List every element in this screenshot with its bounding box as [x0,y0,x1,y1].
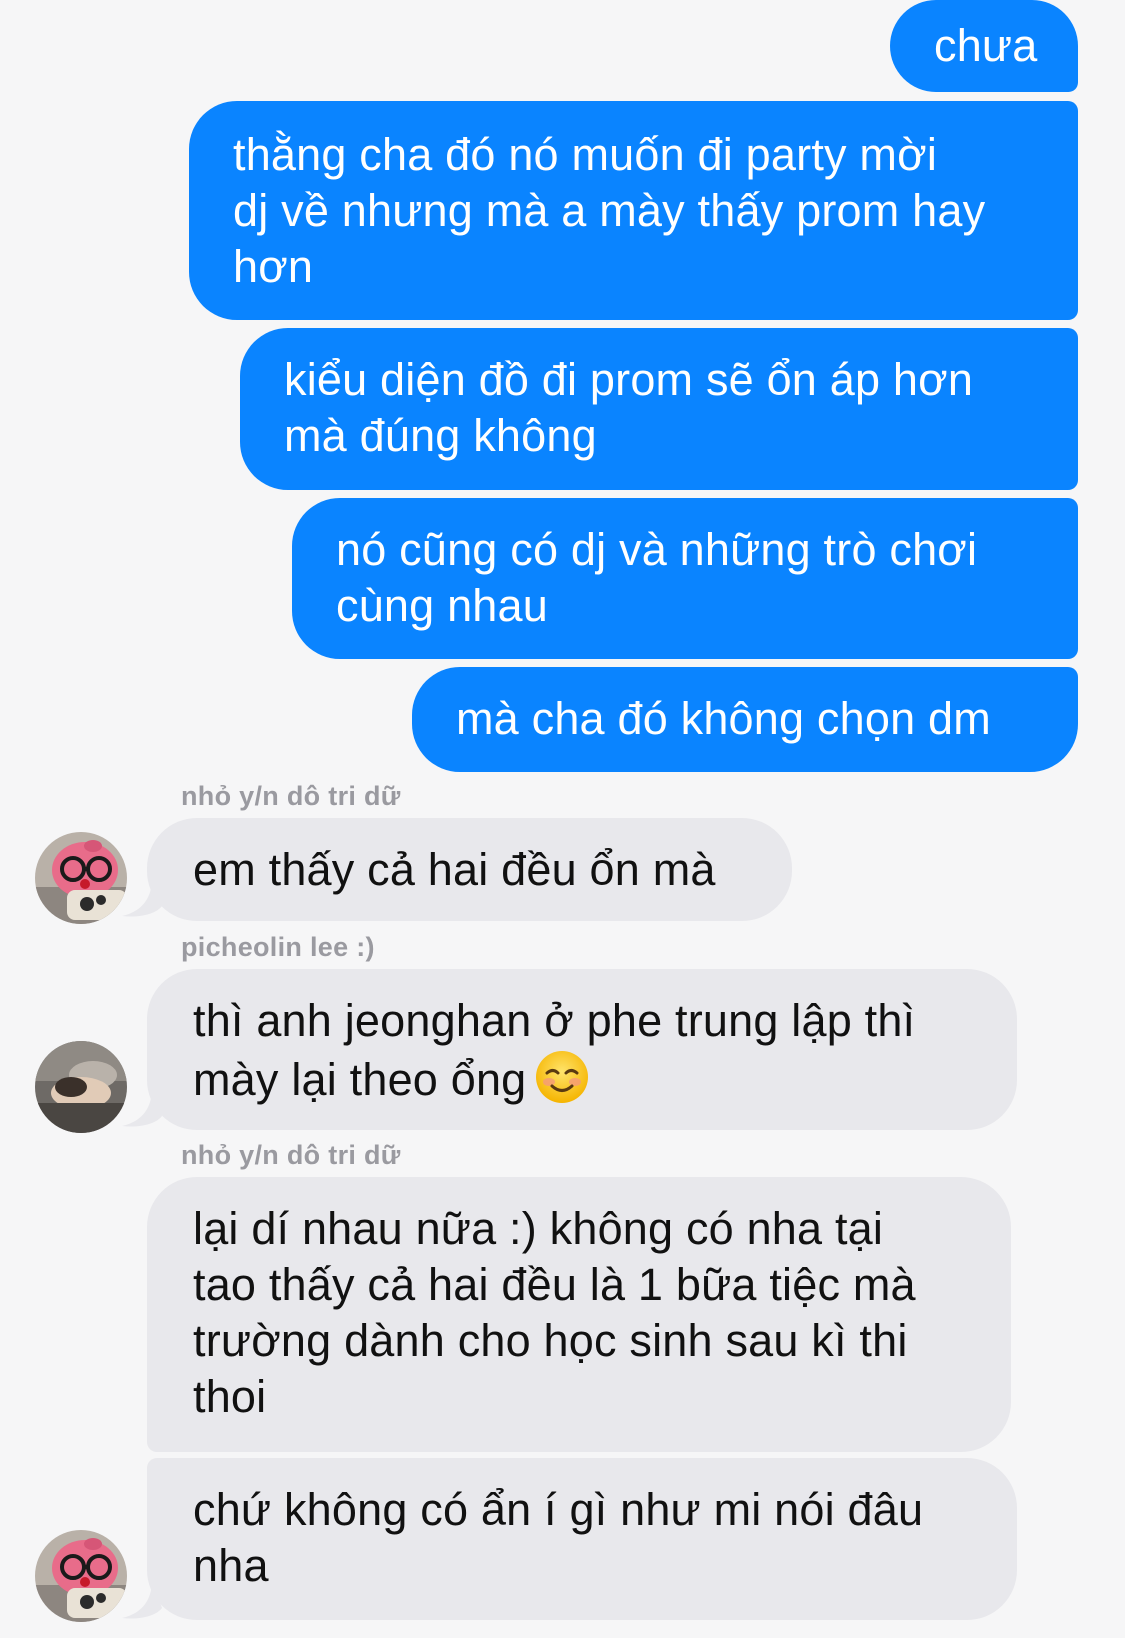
message-text: mà cha đó không chọn dm [456,693,991,744]
message-text: nó cũng có dj và những trò chơi cùng nha… [336,524,978,631]
incoming-message[interactable]: chứ không có ẩn í gì như mi nói đâu nha [147,1458,1017,1620]
incoming-message[interactable]: em thấy cả hai đều ổn mà [147,818,792,921]
outgoing-message[interactable]: kiểu diện đồ đi prom sẽ ổn áp hơn mà đún… [240,328,1078,490]
message-text: kiểu diện đồ đi prom sẽ ổn áp hơn mà đún… [284,354,974,461]
pink-plush-glasses-icon [35,1530,127,1622]
incoming-message[interactable]: thì anh jeonghan ở phe trung lập thì mày… [147,969,1017,1130]
message-text: lại dí nhau nữa :) không có nha tại tao … [193,1203,916,1422]
message-text: thì anh jeonghan ở phe trung lập thì mày… [193,993,971,1108]
sleeping-person-icon [35,1041,127,1133]
incoming-message[interactable]: lại dí nhau nữa :) không có nha tại tao … [147,1177,1011,1452]
outgoing-message[interactable]: mà cha đó không chọn dm [412,667,1078,772]
sender-name: nhỏ y/n dô tri dữ [181,1140,401,1170]
smiling-blush-emoji-icon [536,1051,589,1103]
sender-name: picheolin lee :) [181,932,375,962]
message-text: thằng cha đó nó muốn đi party mời dj về … [233,129,986,292]
sender-name: nhỏ y/n dô tri dữ [181,781,401,811]
message-text: chứ không có ẩn í gì như mi nói đâu nha [193,1484,924,1591]
avatar[interactable] [35,1041,127,1133]
outgoing-message[interactable]: thằng cha đó nó muốn đi party mời dj về … [189,101,1078,320]
message-text: chưa [934,20,1038,71]
avatar[interactable] [35,832,127,924]
message-text: em thấy cả hai đều ổn mà [193,844,716,895]
outgoing-message[interactable]: nó cũng có dj và những trò chơi cùng nha… [292,498,1078,659]
pink-plush-glasses-icon [35,832,127,924]
avatar[interactable] [35,1530,127,1622]
outgoing-message[interactable]: chưa [890,0,1078,92]
